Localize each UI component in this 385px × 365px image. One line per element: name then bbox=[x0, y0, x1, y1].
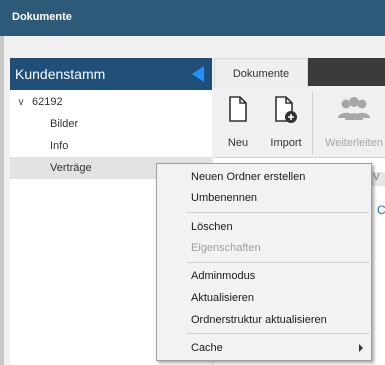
ribbon-separator bbox=[312, 92, 313, 154]
column-header[interactable]: V bbox=[370, 172, 385, 186]
forward-button[interactable]: Weiterleiten bbox=[314, 88, 385, 158]
submenu-arrow-icon bbox=[359, 344, 363, 352]
import-document-icon bbox=[275, 96, 297, 123]
forward-users-icon bbox=[338, 97, 370, 120]
tree-node-info[interactable]: Info bbox=[50, 135, 68, 157]
tree-node-label: Bilder bbox=[50, 118, 79, 130]
forward-button-label: Weiterleiten bbox=[325, 137, 383, 149]
menu-item-label: Neuen Ordner erstellen bbox=[191, 171, 306, 183]
tab-label: Dokumente bbox=[232, 68, 290, 80]
menu-item-rename[interactable]: Umbenennen bbox=[157, 188, 371, 208]
ribbon-toolbar: Neu Import Weiterleiten bbox=[214, 88, 385, 158]
column-header-label: V bbox=[373, 172, 380, 183]
tree-node-root[interactable]: ∨ 62192 bbox=[14, 91, 204, 113]
panel-header: Kundenstamm bbox=[10, 58, 212, 90]
window-titlebar: Dokumente bbox=[0, 0, 385, 36]
content-link[interactable]: C bbox=[377, 203, 385, 217]
new-button[interactable]: Neu bbox=[214, 88, 262, 158]
menu-item-new-folder[interactable]: Neuen Ordner erstellen bbox=[157, 167, 371, 187]
new-button-label: Neu bbox=[227, 137, 249, 149]
tree-node-label: Info bbox=[50, 140, 69, 152]
import-button-label: Import bbox=[270, 137, 302, 149]
menu-item-delete[interactable]: Löschen bbox=[157, 217, 371, 237]
menu-separator bbox=[187, 333, 369, 334]
tree-node-label: Verträge bbox=[50, 162, 92, 174]
collapse-panel-icon[interactable] bbox=[192, 66, 204, 82]
menu-item-label: Cache bbox=[191, 342, 223, 354]
menu-item-properties[interactable]: Eigenschaften bbox=[157, 238, 371, 258]
menu-item-admin-mode[interactable]: Adminmodus bbox=[157, 266, 371, 286]
menu-separator bbox=[187, 212, 369, 213]
menu-item-label: Ordnerstruktur aktualisieren bbox=[191, 314, 327, 326]
menu-separator bbox=[187, 262, 369, 263]
chevron-down-icon[interactable]: ∨ bbox=[14, 92, 28, 114]
menu-item-cache[interactable]: Cache bbox=[157, 338, 371, 358]
menu-item-refresh[interactable]: Aktualisieren bbox=[157, 288, 371, 308]
menu-item-label: Löschen bbox=[191, 221, 233, 233]
window-title: Dokumente bbox=[12, 11, 72, 23]
tree-node-bilder[interactable]: Bilder bbox=[50, 113, 78, 135]
import-button[interactable]: Import bbox=[262, 88, 310, 158]
new-document-icon bbox=[229, 96, 247, 122]
tree-node-label: 62192 bbox=[32, 96, 63, 108]
menu-item-refresh-folder-structure[interactable]: Ordnerstruktur aktualisieren bbox=[157, 310, 371, 330]
menu-item-label: Umbenennen bbox=[191, 192, 258, 204]
context-menu: Neuen Ordner erstellen Umbenennen Lösche… bbox=[156, 163, 372, 361]
menu-item-label: Aktualisieren bbox=[191, 292, 254, 304]
menu-item-label: Adminmodus bbox=[191, 270, 256, 282]
tab-dokumente[interactable]: Dokumente bbox=[214, 58, 308, 88]
menu-item-label: Eigenschaften bbox=[191, 242, 261, 254]
panel-title: Kundenstamm bbox=[15, 66, 106, 82]
